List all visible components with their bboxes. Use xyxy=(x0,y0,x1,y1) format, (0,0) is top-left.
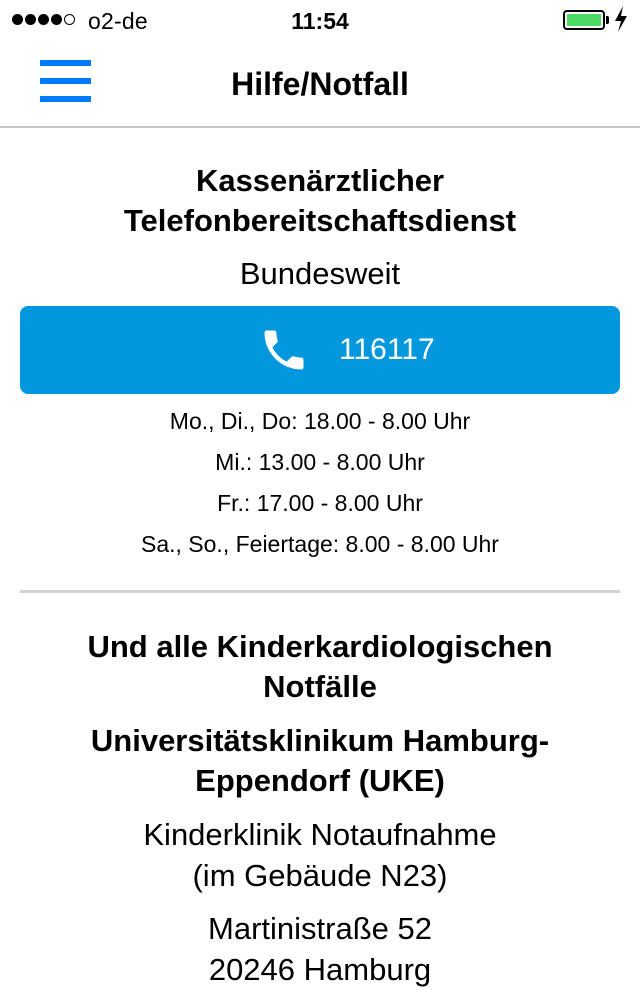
section-title-line-1: Kassenärztlicher xyxy=(195,163,445,198)
address-street: Martinistraße 52 xyxy=(208,911,432,946)
address-city: 20246 Hamburg xyxy=(208,952,432,987)
charging-bolt-icon xyxy=(615,6,627,32)
emergency-title-line-1: Und alle Kinderkardiologischen xyxy=(87,629,553,664)
hours-row-mon-tue-thu: Mo., Di., Do: 18.00 - 8.00 Uhr xyxy=(169,408,471,434)
hours-row-fri: Fr.: 17.00 - 8.00 Uhr xyxy=(217,490,423,516)
page-title: Hilfe/Notfall xyxy=(231,66,409,102)
call-button[interactable]: 116117 xyxy=(20,306,620,394)
section-divider xyxy=(20,590,620,593)
hours-row-weekend: Sa., So., Feiertage: 8.00 - 8.00 Uhr xyxy=(141,531,499,557)
phone-number: 116117 xyxy=(339,333,435,366)
hours-row-wed: Mi.: 13.00 - 8.00 Uhr xyxy=(215,449,425,475)
hospital-name-line-1: Universitätsklinikum Hamburg- xyxy=(90,723,550,758)
battery-icon xyxy=(563,10,605,30)
status-bar: o2-de 11:54 xyxy=(0,0,640,40)
department-line-2: (im Gebäude N23) xyxy=(192,858,448,893)
emergency-title-line-2: Notfälle xyxy=(263,669,377,704)
hospital-name-line-2: Eppendorf (UKE) xyxy=(195,763,445,798)
navigation-bar: Hilfe/Notfall xyxy=(0,40,640,128)
service-area-label: Bundesweit xyxy=(239,256,401,291)
phone-icon xyxy=(264,330,304,370)
section-title-line-2: Telefonbereitschaftsdienst xyxy=(123,203,517,238)
department-line-1: Kinderklinik Notaufnahme xyxy=(143,817,497,852)
status-time: 11:54 xyxy=(291,8,349,34)
